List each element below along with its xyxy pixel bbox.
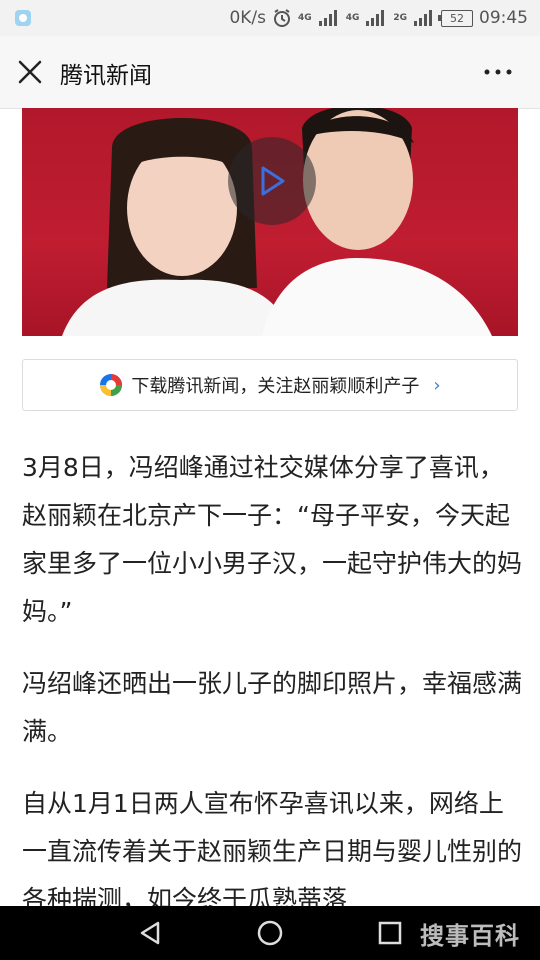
page-title: 腾讯新闻 [60,63,152,89]
signal-icon [366,10,385,26]
more-options-icon[interactable] [482,62,514,82]
article-paragraph: 3月8日，冯绍峰通过社交媒体分享了喜讯，赵丽颖在北京产下一子：“母子平安，今天起… [22,453,523,626]
home-icon[interactable] [256,919,284,947]
download-app-banner[interactable]: 下载腾讯新闻，关注赵丽颖顺利产子 › [22,359,518,411]
recent-apps-icon[interactable] [376,919,404,947]
banner-text: 下载腾讯新闻，关注赵丽颖顺利产子 [131,376,420,397]
network-type-1: 4G [298,13,312,23]
play-icon [261,166,285,196]
net-speed: 0K/s [229,8,267,28]
watermark-logo: 搜事百科 [420,922,520,950]
tencent-news-logo-icon [100,374,123,396]
article-paragraph: 冯绍峰还晒出一张儿子的脚印照片，幸福感满满。 [22,669,523,746]
status-bar: 0K/s 4G 4G 2G 52 09:45 [0,0,540,36]
back-icon[interactable] [136,919,164,947]
chevron-right-icon: › [433,374,441,396]
close-icon[interactable] [16,58,44,86]
system-nav-bar: 搜事百科 [0,906,540,960]
alarm-icon [274,9,291,27]
clock: 09:45 [479,8,528,28]
article-body: 3月8日，冯绍峰通过社交媒体分享了喜讯，赵丽颖在北京产下一子：“母子平安，今天起… [22,444,522,948]
network-type-3: 2G [393,13,407,23]
title-bar: 腾讯新闻 [0,36,540,109]
signal-icon [414,10,432,26]
battery-icon: 52 [438,9,473,27]
app-notification-icon [15,10,31,26]
article-paragraph: 自从1月1日两人宣布怀孕喜讯以来，网络上一直流传着关于赵丽颖生产日期与婴儿性别的… [22,789,523,914]
signal-icon [318,10,337,26]
network-type-2: 4G [345,13,360,23]
play-button[interactable] [228,137,316,225]
